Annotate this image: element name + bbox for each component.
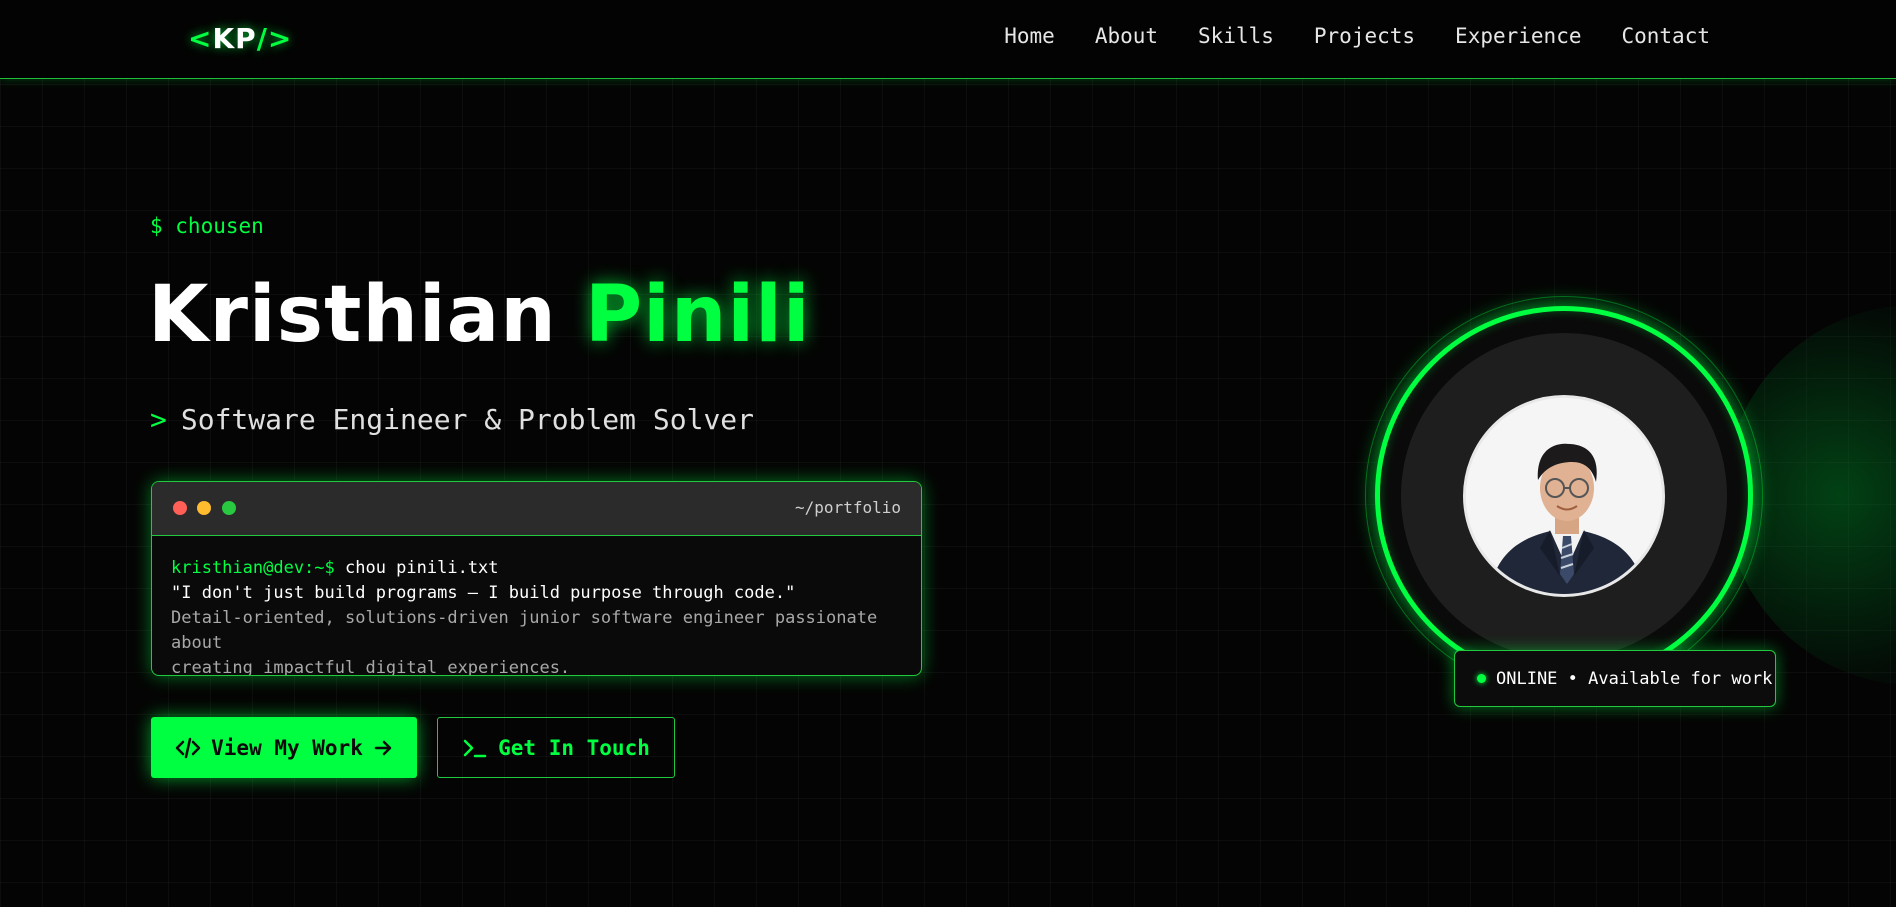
- hero-name-first: Kristhian: [148, 270, 585, 360]
- get-in-touch-button[interactable]: Get In Touch: [437, 717, 675, 778]
- nav-link-about[interactable]: About: [1095, 24, 1158, 48]
- status-label: ONLINE • Available for work: [1496, 668, 1773, 689]
- minimize-dot-icon: [197, 501, 211, 515]
- nav-link-skills[interactable]: Skills: [1198, 24, 1274, 48]
- profile-photo: [1466, 398, 1662, 594]
- view-my-work-button[interactable]: View My Work: [151, 717, 417, 778]
- avatar: [1463, 395, 1665, 597]
- logo-initials: KP: [212, 22, 257, 55]
- terminal-quote: "I don't just build programs — I build p…: [171, 583, 796, 603]
- chevron-right-icon: >: [150, 403, 167, 436]
- terminal-command-line: kristhian@dev:~$ chou pinili.txt: [171, 556, 902, 581]
- online-dot-icon: [1477, 674, 1486, 683]
- hero-subtitle-text: Software Engineer & Problem Solver: [180, 403, 755, 436]
- maximize-dot-icon: [222, 501, 236, 515]
- terminal-command: chou pinili.txt: [334, 558, 499, 578]
- terminal-icon: [463, 739, 487, 757]
- terminal-window: ~/portfolio kristhian@dev:~$ chou pinili…: [151, 481, 922, 676]
- arrow-right-icon: [374, 740, 392, 755]
- navbar: <KP/> Home About Skills Projects Experie…: [0, 0, 1896, 79]
- hero-name: Kristhian Pinili: [148, 276, 811, 354]
- nav-link-experience[interactable]: Experience: [1455, 24, 1581, 48]
- nav-link-contact[interactable]: Contact: [1621, 24, 1710, 48]
- hero-prompt: $ chousen: [150, 214, 264, 238]
- code-icon: [175, 737, 201, 758]
- close-dot-icon: [173, 501, 187, 515]
- logo-bracket-right: />: [256, 22, 293, 55]
- logo-bracket-left: <: [188, 22, 213, 55]
- hero-name-last: Pinili: [584, 270, 811, 360]
- terminal-path: ~/portfolio: [795, 498, 901, 517]
- terminal-description-1: Detail-oriented, solutions-driven junior…: [171, 608, 878, 653]
- page: <KP/> Home About Skills Projects Experie…: [0, 0, 1896, 907]
- terminal-user: kristhian@dev:~$: [171, 558, 335, 578]
- nav-links: Home About Skills Projects Experience Co…: [1004, 24, 1710, 48]
- nav-link-home[interactable]: Home: [1004, 24, 1055, 48]
- nav-link-projects[interactable]: Projects: [1314, 24, 1415, 48]
- logo[interactable]: <KP/>: [188, 22, 292, 55]
- terminal-description-2: creating impactful digital experiences.: [171, 658, 571, 676]
- status-badge: ONLINE • Available for work: [1454, 650, 1776, 707]
- terminal-body: kristhian@dev:~$ chou pinili.txt "I don'…: [152, 536, 921, 676]
- hero-subtitle: > Software Engineer & Problem Solver: [150, 403, 754, 436]
- terminal-title-bar: ~/portfolio: [152, 482, 921, 536]
- view-my-work-label: View My Work: [211, 735, 363, 760]
- get-in-touch-label: Get In Touch: [498, 735, 650, 760]
